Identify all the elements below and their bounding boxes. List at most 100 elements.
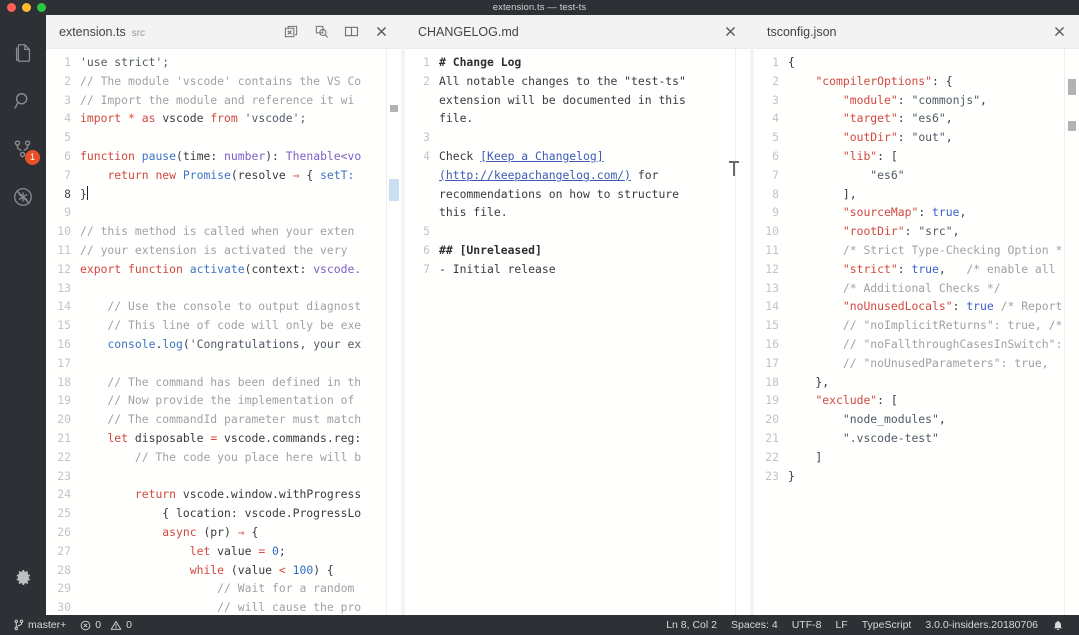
code-line: 17 bbox=[46, 354, 401, 373]
line-number: 5 bbox=[46, 128, 80, 147]
code-token bbox=[788, 393, 815, 407]
line-text: let disposable = vscode.commands.reg: bbox=[80, 429, 401, 448]
activity-item-explorer[interactable] bbox=[0, 29, 46, 77]
line-number: 6 bbox=[754, 147, 788, 166]
code-token: pause bbox=[142, 149, 176, 163]
activity-item-source-control[interactable]: 1 bbox=[0, 125, 46, 173]
line-text: "node_modules", bbox=[788, 410, 1079, 429]
editor-overview-divider-3 bbox=[1064, 49, 1065, 615]
status-eol[interactable]: LF bbox=[828, 615, 854, 635]
line-text: # Change Log bbox=[439, 53, 750, 72]
minimize-window-button[interactable] bbox=[22, 3, 31, 12]
activity-item-debug[interactable] bbox=[0, 173, 46, 221]
editor-actions-3 bbox=[1051, 24, 1079, 40]
split-editor-icon[interactable] bbox=[343, 24, 359, 40]
tab-tsconfig-json[interactable]: tsconfig.json bbox=[767, 25, 836, 39]
code-token bbox=[994, 299, 1001, 313]
line-text: /* Strict Type-Checking Option * bbox=[788, 241, 1079, 260]
code-token: ] bbox=[788, 450, 822, 464]
line-number: 5 bbox=[754, 128, 788, 147]
code-token: // This line of code will only be exe bbox=[80, 318, 361, 332]
code-line: 1'use strict'; bbox=[46, 53, 401, 72]
status-notifications[interactable] bbox=[1045, 615, 1071, 635]
tab-extension-ts[interactable]: extension.ts src bbox=[59, 25, 145, 39]
line-text: } bbox=[80, 185, 401, 204]
code-token: , bbox=[939, 412, 946, 426]
line-text-row: this file. bbox=[439, 203, 750, 222]
editor-content-1[interactable]: 1'use strict';2// The module 'vscode' co… bbox=[46, 49, 401, 615]
editor-content-3[interactable]: 1{2 "compilerOptions": {3 "module": "com… bbox=[754, 49, 1079, 615]
code-line: 9 bbox=[46, 203, 401, 222]
tab-changelog-md[interactable]: CHANGELOG.md bbox=[418, 25, 519, 39]
code-token: vscode.commands.reg: bbox=[224, 431, 361, 445]
close-window-button[interactable] bbox=[7, 3, 16, 12]
line-text: // Use the console to output diagnost bbox=[80, 297, 401, 316]
line-number: 28 bbox=[46, 561, 80, 580]
code-token: "commonjs" bbox=[911, 93, 980, 107]
code-token: "lib" bbox=[843, 149, 877, 163]
line-number: 15 bbox=[46, 316, 80, 335]
line-text: console.log('Congratulations, your ex bbox=[80, 335, 401, 354]
tab-label: tsconfig.json bbox=[767, 25, 836, 39]
status-indentation[interactable]: Spaces: 4 bbox=[724, 615, 785, 635]
gear-icon bbox=[14, 568, 33, 587]
status-language-mode[interactable]: TypeScript bbox=[855, 615, 919, 635]
line-text: export function activate(context: vscode… bbox=[80, 260, 401, 279]
open-changes-icon[interactable] bbox=[313, 24, 329, 40]
status-problems[interactable]: 0 0 bbox=[73, 615, 139, 635]
status-version[interactable]: 3.0.0-insiders.20180706 bbox=[918, 615, 1045, 635]
tab-label: CHANGELOG.md bbox=[418, 25, 519, 39]
code-token bbox=[788, 224, 843, 238]
line-number: 4 bbox=[754, 109, 788, 128]
code-line: 1{ bbox=[754, 53, 1079, 72]
code-token: number bbox=[224, 149, 265, 163]
code-token: // "noFallthroughCasesInSwitch": bbox=[843, 337, 1062, 351]
close-icon[interactable] bbox=[722, 24, 738, 40]
line-text-row: recommendations on how to structure bbox=[439, 185, 750, 204]
code-token: * bbox=[128, 111, 142, 125]
code-token: 'use strict'; bbox=[80, 55, 169, 69]
line-text-row: extension will be documented in this bbox=[439, 91, 750, 110]
code-token: true bbox=[966, 299, 993, 313]
code-line: 1# Change Log bbox=[405, 53, 750, 72]
code-token: = bbox=[258, 544, 272, 558]
code-token: : { bbox=[932, 74, 953, 88]
line-number: 7 bbox=[754, 166, 788, 185]
code-token: // "noImplicitReturns": true, /* bbox=[843, 318, 1062, 332]
status-bar-left: master+ 0 0 bbox=[6, 615, 139, 635]
editor-content-2[interactable]: 1# Change Log2All notable changes to the… bbox=[405, 49, 750, 615]
line-number: 21 bbox=[754, 429, 788, 448]
status-encoding[interactable]: UTF-8 bbox=[785, 615, 829, 635]
line-text: "outDir": "out", bbox=[788, 128, 1079, 147]
status-cursor-position[interactable]: Ln 8, Col 2 bbox=[659, 615, 724, 635]
activity-item-search[interactable] bbox=[0, 77, 46, 125]
code-token: "node_modules" bbox=[843, 412, 939, 426]
status-branch[interactable]: master+ bbox=[6, 615, 73, 635]
code-token: // your extension is activated the very bbox=[80, 243, 354, 257]
error-icon bbox=[80, 620, 91, 631]
window-controls[interactable] bbox=[7, 0, 46, 15]
code-token bbox=[80, 168, 107, 182]
code-token: activate bbox=[190, 262, 245, 276]
code-token: ): bbox=[265, 149, 286, 163]
code-line: 4Check [Keep a Changelog](http://keepach… bbox=[405, 147, 750, 222]
activity-item-manage[interactable] bbox=[0, 553, 46, 601]
code-token: // Use the console to output diagnost bbox=[80, 299, 361, 313]
code-line: 23} bbox=[754, 467, 1079, 486]
line-text: } bbox=[788, 467, 1079, 486]
close-all-icon[interactable] bbox=[283, 24, 299, 40]
line-text: // Wait for a random bbox=[80, 579, 401, 598]
code-token: "compilerOptions" bbox=[815, 74, 932, 88]
code-line: 3 "module": "commonjs", bbox=[754, 91, 1079, 110]
code-token: // "noUnusedParameters": true, bbox=[843, 356, 1049, 370]
code-token: "rootDir" bbox=[843, 224, 905, 238]
close-icon[interactable] bbox=[373, 24, 389, 40]
line-text: // will cause the pro bbox=[80, 598, 401, 615]
code-lines-1: 1'use strict';2// The module 'vscode' co… bbox=[46, 49, 401, 615]
code-token: // will cause the pro bbox=[80, 600, 361, 614]
code-token: return bbox=[135, 487, 183, 501]
code-line: 2// The module 'vscode' contains the VS … bbox=[46, 72, 401, 91]
close-icon[interactable] bbox=[1051, 24, 1067, 40]
code-token: file. bbox=[439, 111, 473, 125]
zoom-window-button[interactable] bbox=[37, 3, 46, 12]
